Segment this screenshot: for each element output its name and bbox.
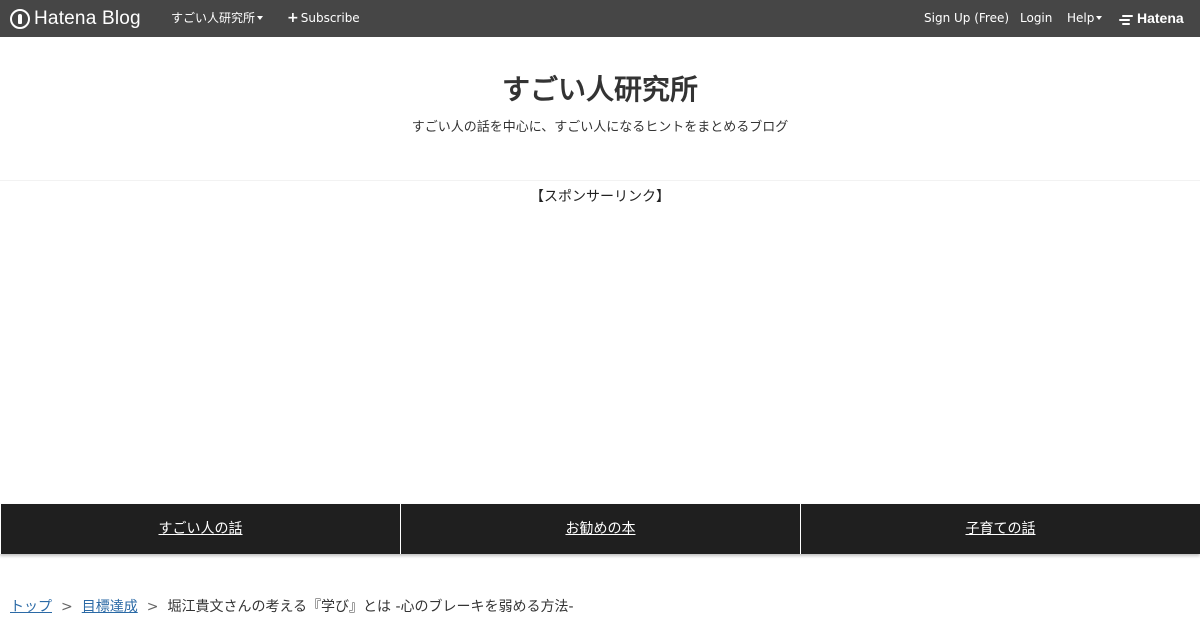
blog-description: すごい人の話を中心に、すごい人になるヒントをまとめるブログ [411,120,789,135]
plus-icon: + [287,10,299,26]
sponsored-link-label: 【スポンサーリンク】 [530,189,670,205]
caret-down-icon [1096,15,1103,20]
help-dropdown[interactable]: Help [1067,0,1103,37]
ad-slot [0,210,1200,500]
breadcrumb: トップ > 目標達成 > 堀江貴文さんの考える『学び』とは -心のブレーキを弱める方法- [10,596,574,616]
breadcrumb-separator: > [146,599,159,615]
category-nav-item-great-people[interactable]: すごい人の話 [1,504,400,554]
hatena-brand-link[interactable]: Hatena [1119,0,1184,37]
breadcrumb-category-link[interactable]: 目標達成 [82,599,138,615]
blog-title[interactable]: すごい人研究所 [0,68,1200,108]
breadcrumb-separator: > [61,599,73,615]
global-header-bar: Hatena Blog すごい人研究所 + Subscribe Sign Up (… [0,0,1200,37]
subscribe-label: Subscribe [300,11,360,25]
signup-link[interactable]: Sign Up (Free) [924,0,1009,37]
breadcrumb-top-link[interactable]: トップ [10,599,52,615]
category-nav-item-parenting[interactable]: 子育ての話 [801,504,1200,554]
hatena-blog-logo-text: Hatena Blog [34,8,141,29]
blog-menu-dropdown[interactable]: すごい人研究所 [171,0,264,37]
blog-header: すごい人研究所 すごい人の話を中心に、すごい人になるヒントをまとめるブログ [0,37,1200,181]
category-nav-item-recommended-books[interactable]: お勧めの本 [401,504,800,554]
category-nav: すごい人の話 お勧めの本 子育ての話 [0,504,1200,554]
breadcrumb-current-page: 堀江貴文さんの考える『学び』とは -心のブレーキを弱める方法- [167,599,574,615]
hatena-logo-icon [1119,14,1133,25]
login-link[interactable]: Login [1020,0,1052,37]
caret-down-icon [257,15,264,20]
hatena-blog-logo-icon [10,8,30,29]
blog-menu-label: すごい人研究所 [171,11,256,25]
hatena-blog-logo[interactable]: Hatena Blog [10,8,141,29]
hatena-brand-label: Hatena [1137,10,1184,26]
subscribe-button[interactable]: + Subscribe [287,0,360,37]
help-label: Help [1067,11,1095,25]
